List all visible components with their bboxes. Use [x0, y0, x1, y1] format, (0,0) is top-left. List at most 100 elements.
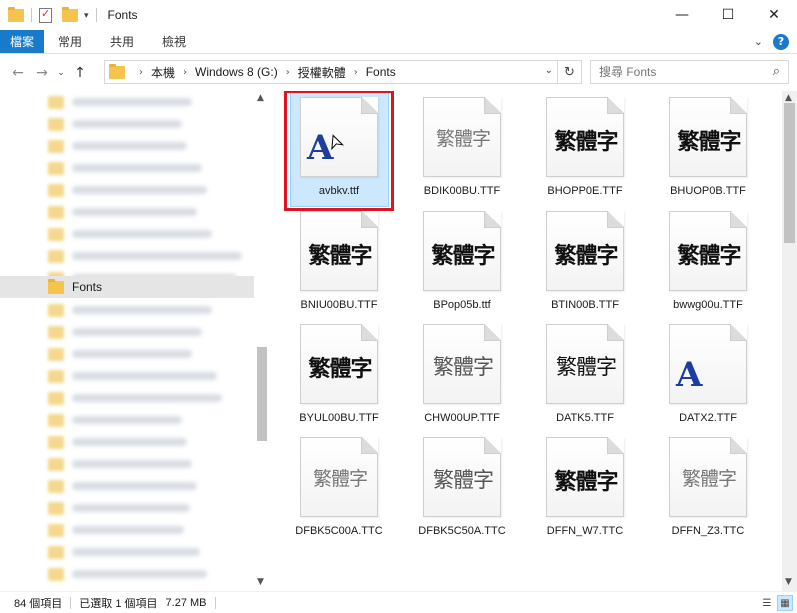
- maximize-button[interactable]: ☐: [705, 0, 751, 30]
- blurred-label: [72, 328, 202, 336]
- minimize-button[interactable]: —: [659, 0, 705, 30]
- details-view-icon[interactable]: ☰: [759, 595, 775, 611]
- nav-scrollbar[interactable]: ▲ ▼: [254, 91, 270, 591]
- new-folder-icon[interactable]: [62, 6, 78, 22]
- blurred-label: [72, 504, 190, 512]
- file-name: BHUOP0B.TTF: [670, 185, 746, 197]
- tab-file[interactable]: 檔案: [0, 30, 44, 53]
- blurred-label: [72, 416, 182, 424]
- folder-icon[interactable]: [8, 6, 24, 22]
- address-dropdown-icon[interactable]: ⌄: [545, 65, 553, 76]
- refresh-icon[interactable]: ↻: [557, 61, 581, 83]
- breadcrumb-this-pc[interactable]: 本機: [151, 64, 175, 81]
- file-item[interactable]: A ➤ avbkv.ttf: [280, 91, 398, 211]
- nav-item-blurred[interactable]: [0, 179, 254, 201]
- view-switcher: ☰ ▦: [759, 595, 793, 611]
- forward-button[interactable]: →: [30, 61, 54, 85]
- item-count: 84 個項目: [14, 597, 63, 610]
- file-item[interactable]: 繁體字 BTIN00B.TTF: [526, 205, 644, 323]
- file-item[interactable]: 繁體字 bwwg00u.TTF: [649, 205, 767, 323]
- nav-item-blurred[interactable]: [0, 387, 254, 409]
- file-item[interactable]: 繁體字 DFBK5C50A.TTC: [403, 431, 521, 549]
- scrollbar-thumb[interactable]: [257, 347, 267, 441]
- window-controls: — ☐ ✕: [659, 0, 797, 30]
- breadcrumb-fonts[interactable]: Fonts: [366, 65, 396, 79]
- nav-item-blurred[interactable]: [0, 245, 254, 267]
- file-name: DFBK5C50A.TTC: [418, 525, 506, 537]
- tab-view[interactable]: 檢視: [148, 30, 200, 53]
- nav-item-blurred[interactable]: [0, 519, 254, 541]
- nav-item-blurred[interactable]: [0, 365, 254, 387]
- nav-item-blurred[interactable]: [0, 409, 254, 431]
- close-button[interactable]: ✕: [751, 0, 797, 30]
- file-item[interactable]: 繁體字 BDIK00BU.TTF: [403, 91, 521, 209]
- back-button[interactable]: ←: [6, 61, 30, 85]
- up-button[interactable]: ↑: [68, 61, 92, 85]
- font-preview: 繁體字: [435, 128, 491, 150]
- recent-locations-button[interactable]: ⌄: [54, 61, 68, 85]
- folder-icon: [48, 545, 64, 559]
- properties-icon[interactable]: [39, 7, 52, 23]
- nav-item-blurred[interactable]: [0, 431, 254, 453]
- nav-item-blurred[interactable]: [0, 113, 254, 135]
- font-file-icon: A: [669, 324, 747, 404]
- nav-item-blurred[interactable]: [0, 497, 254, 519]
- file-item[interactable]: 繁體字 BPop05b.ttf: [403, 205, 521, 323]
- file-item[interactable]: 繁體字 DFBK5C00A.TTC: [280, 431, 398, 549]
- nav-item-blurred[interactable]: [0, 453, 254, 475]
- help-icon[interactable]: ?: [773, 33, 789, 50]
- file-item[interactable]: A DATX2.TTF: [649, 318, 767, 436]
- chevron-right-icon[interactable]: ›: [183, 67, 187, 78]
- font-file-icon: 繁體字: [300, 437, 378, 517]
- scroll-down-icon[interactable]: ▼: [257, 577, 264, 587]
- folder-icon: [48, 479, 64, 493]
- nav-item-blurred[interactable]: [0, 321, 254, 343]
- search-input[interactable]: [599, 65, 759, 79]
- chevron-right-icon[interactable]: ›: [139, 67, 143, 78]
- blurred-label: [72, 186, 207, 194]
- file-item[interactable]: 繁體字 BNIU00BU.TTF: [280, 205, 398, 323]
- chevron-right-icon[interactable]: ›: [286, 67, 290, 78]
- chevron-down-icon[interactable]: ⌄: [754, 35, 763, 48]
- divider: [214, 596, 216, 609]
- scroll-down-icon[interactable]: ▼: [785, 577, 792, 587]
- file-item[interactable]: 繁體字 BYUL00BU.TTF: [280, 318, 398, 436]
- nav-item-blurred[interactable]: [0, 299, 254, 321]
- nav-item-blurred[interactable]: [0, 157, 254, 179]
- scrollbar-thumb[interactable]: [784, 103, 795, 243]
- tab-home[interactable]: 常用: [44, 30, 96, 53]
- scroll-up-icon[interactable]: ▲: [257, 93, 264, 103]
- file-item[interactable]: 繁體字 BHOPP0E.TTF: [526, 91, 644, 209]
- blurred-label: [72, 230, 212, 238]
- file-item[interactable]: 繁體字 BHUOP0B.TTF: [649, 91, 767, 209]
- large-icons-view-icon[interactable]: ▦: [777, 595, 793, 611]
- address-bar[interactable]: › 本機 › Windows 8 (G:) › 授權軟體 › Fonts ⌄ ↻: [104, 60, 582, 84]
- breadcrumb-drive[interactable]: Windows 8 (G:): [195, 65, 278, 79]
- nav-item-blurred[interactable]: [0, 541, 254, 563]
- tab-share[interactable]: 共用: [96, 30, 148, 53]
- font-preview: 繁體字: [308, 243, 372, 269]
- nav-item-blurred[interactable]: [0, 223, 254, 245]
- ribbon-tabs: 檔案 常用 共用 檢視 ⌄ ?: [0, 30, 797, 54]
- file-item[interactable]: 繁體字 DFFN_W7.TTC: [526, 431, 644, 549]
- font-preview: 繁體字: [554, 243, 618, 269]
- breadcrumb-licensed-software[interactable]: 授權軟體: [298, 64, 346, 81]
- search-box[interactable]: ⌕: [590, 60, 789, 84]
- file-item[interactable]: 繁體字 DATK5.TTF: [526, 318, 644, 436]
- file-item[interactable]: 繁體字 DFFN_Z3.TTC: [649, 431, 767, 549]
- chevron-right-icon[interactable]: ›: [354, 67, 358, 78]
- blurred-label: [72, 98, 192, 106]
- nav-item-blurred[interactable]: [0, 91, 254, 113]
- nav-item-blurred[interactable]: [0, 563, 254, 585]
- nav-item-fonts[interactable]: Fonts: [0, 276, 254, 298]
- content-scrollbar[interactable]: ▲ ▼: [782, 91, 797, 591]
- customize-quick-access-icon[interactable]: ▾: [84, 10, 89, 21]
- nav-item-blurred[interactable]: [0, 343, 254, 365]
- scroll-up-icon[interactable]: ▲: [785, 93, 792, 103]
- file-item[interactable]: 繁體字 CHW00UP.TTF: [403, 318, 521, 436]
- file-name: BNIU00BU.TTF: [300, 299, 378, 311]
- font-file-icon: 繁體字: [546, 437, 624, 517]
- nav-item-blurred[interactable]: [0, 135, 254, 157]
- nav-item-blurred[interactable]: [0, 475, 254, 497]
- nav-item-blurred[interactable]: [0, 201, 254, 223]
